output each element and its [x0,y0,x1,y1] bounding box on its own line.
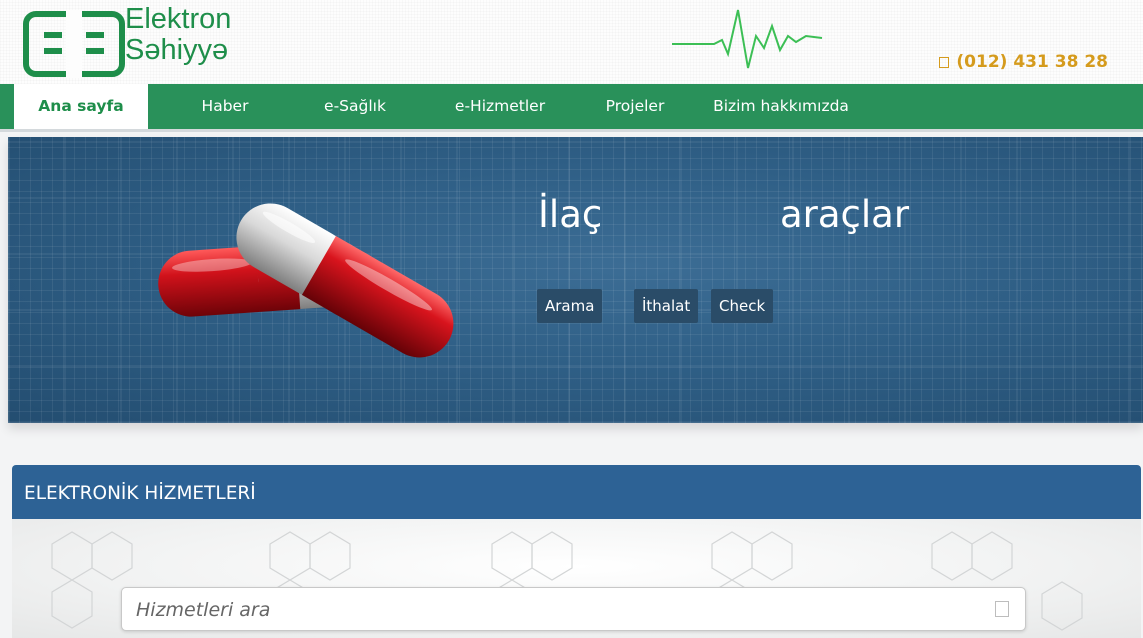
arama-button[interactable]: Arama [537,289,603,323]
services-heading: ELEKTRONİK HİZMETLERİ [12,465,1141,519]
brand-name[interactable]: Elektron Səhiyyə [125,4,231,66]
ithalat-button[interactable]: İthalat [634,289,699,323]
phone-icon [939,57,950,68]
hero-banner: İlaç araçlar Arama İthalat Check [8,137,1143,423]
main-nav: Ana sayfa Haber e-Sağlık e-Hizmetler Pro… [0,84,1143,132]
site-header: Elektron Səhiyyə (012) 431 38 28 [0,0,1143,84]
nav-item-projeler[interactable]: Projeler [590,84,680,129]
brand-line-1: Elektron [125,3,232,35]
phone-number[interactable]: (012) 431 38 28 [939,52,1108,72]
services-body [12,519,1141,638]
services-panel: ELEKTRONİK HİZMETLERİ [12,465,1141,638]
logo-icon[interactable] [22,8,132,78]
check-button[interactable]: Check [711,289,774,323]
brand-line-2: Səhiyyə [125,34,229,66]
hero-title-ilac: İlaç [538,193,603,236]
services-search-input[interactable] [136,596,976,624]
nav-item-e-saglik[interactable]: e-Sağlık [300,84,410,129]
phone-number-text: (012) 431 38 28 [956,52,1108,72]
services-search[interactable] [121,587,1026,631]
capsule-image [158,203,454,358]
search-icon[interactable] [995,601,1009,617]
hero-title-araclar: araçlar [780,193,910,236]
heartbeat-icon [672,9,823,69]
nav-item-haber[interactable]: Haber [175,84,275,129]
nav-item-bizim-hakkimizda[interactable]: Bizim hakkımızda [700,84,862,129]
nav-item-ana-sayfa[interactable]: Ana sayfa [11,84,148,129]
nav-item-e-hizmetler[interactable]: e-Hizmetler [435,84,565,129]
